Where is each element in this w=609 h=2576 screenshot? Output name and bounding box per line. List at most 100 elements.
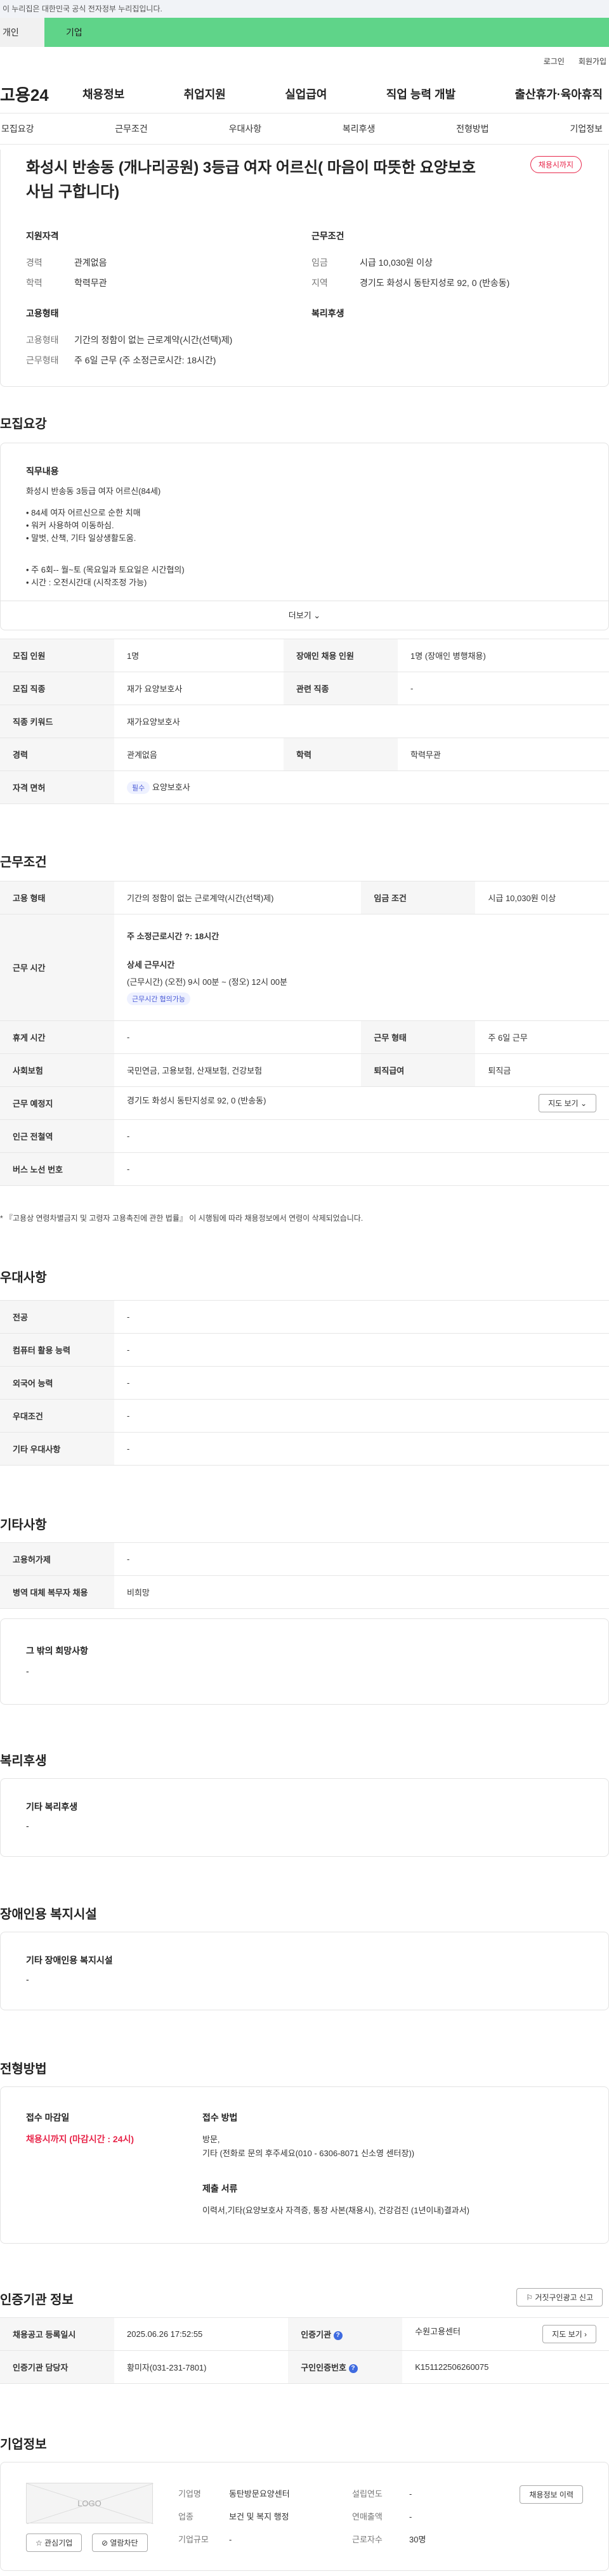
row-value: - bbox=[114, 1152, 609, 1186]
table-row: 채용공고 등록일시 2025.06.26 17:52:55 인증기관 ? 수원고… bbox=[0, 2317, 609, 2351]
cert-table: 채용공고 등록일시 2025.06.26 17:52:55 인증기관 ? 수원고… bbox=[0, 2317, 609, 2384]
method-value-2: 기타 (전화로 문의 후주세요(010 - 6306-8071 신소영 센터장)… bbox=[202, 2149, 415, 2158]
process-section-title: 전형방법 bbox=[0, 2062, 47, 2076]
row-label: 컴퓨터 활용 능력 bbox=[0, 1333, 114, 1367]
chevron-down-icon: ⌄ bbox=[313, 611, 321, 620]
row-label: 고용 형태 bbox=[0, 881, 114, 914]
career-label: 경력 bbox=[26, 257, 43, 268]
table-row: 우대조건 - bbox=[0, 1399, 609, 1433]
table-row: 모집 인원 1명 장애인 채용 인원 1명 (장애인 병행채용) bbox=[0, 639, 609, 672]
interest-label: 관심기업 bbox=[44, 2539, 73, 2547]
job-summary-card: 화성시 반송동 (개나리공원) 3등급 여자 어르신( 마음이 따뜻한 요양보호… bbox=[0, 150, 609, 387]
etc-table: 고용허가제 - 병역 대체 복무자 채용 비희망 bbox=[0, 1542, 609, 1609]
subnav-work[interactable]: 근무조건 bbox=[115, 122, 148, 135]
disab-box-value: - bbox=[26, 1974, 29, 1984]
interest-company-button[interactable]: ☆ 관심기업 bbox=[26, 2534, 82, 2552]
detail-hours-title: 상세 근무시간 bbox=[127, 960, 175, 970]
row-label: 버스 노선 번호 bbox=[0, 1152, 114, 1186]
row-label: 근무 예정지 bbox=[0, 1086, 114, 1120]
required-chip: 필수 bbox=[127, 781, 150, 794]
more-button[interactable]: 더보기 ⌄ bbox=[1, 601, 608, 630]
wage-value: 시급 10,030원 이상 bbox=[360, 257, 433, 268]
table-row: 경력 관계없음 학력 학력무관 bbox=[0, 738, 609, 771]
hours-negotiable-chip: 근무시간 협의가능 bbox=[127, 992, 191, 1005]
qual-heading: 지원자격 bbox=[26, 231, 59, 241]
company-name-value: 동탄방문요양센터 bbox=[229, 2489, 290, 2499]
row-value: 수원고용센터 bbox=[415, 2327, 461, 2336]
area-value: 경기도 화성시 동탄지성로 92, 0 (반송동) bbox=[360, 278, 510, 288]
job-title: 화성시 반송동 (개나리공원) 3등급 여자 어르신( 마음이 따뜻한 요양보호… bbox=[26, 159, 476, 200]
company-name-label: 기업명 bbox=[178, 2489, 201, 2499]
block-view-button[interactable]: ⊘ 열람차단 bbox=[92, 2534, 148, 2552]
row-value: 시급 10,030원 이상 bbox=[475, 881, 609, 914]
row-value: 비희망 bbox=[114, 1575, 609, 1609]
company-biz-value: 보건 및 복지 행정 bbox=[229, 2512, 289, 2521]
worktype-label: 근무형태 bbox=[26, 355, 59, 365]
help-icon[interactable]: ? bbox=[348, 2364, 358, 2373]
tab-personal[interactable]: 개인 bbox=[0, 18, 44, 47]
row-value: 주 6일 근무 bbox=[475, 1020, 609, 1054]
tab-company[interactable]: 기업 bbox=[44, 18, 609, 47]
row-label: 자격 면허 bbox=[0, 771, 114, 804]
other-wishes-title: 그 밖의 희망사항 bbox=[26, 1646, 88, 1656]
career-value: 관계없음 bbox=[74, 257, 107, 268]
table-row: 모집 직종 재가 요양보호사 관련 직종 - bbox=[0, 672, 609, 705]
deadline-title: 접수 마감일 bbox=[26, 2112, 70, 2123]
subnav-process[interactable]: 전형방법 bbox=[456, 122, 489, 135]
subnav-pref[interactable]: 우대사항 bbox=[229, 122, 262, 135]
site-logo[interactable]: 고용24 bbox=[0, 82, 82, 106]
job-history-button[interactable]: 채용정보 이력 bbox=[520, 2485, 583, 2504]
disab-section-title: 장애인용 복지시설 bbox=[0, 1908, 97, 1922]
deadline-value: 채용시까지 (마감시간 : 24시) bbox=[26, 2134, 134, 2144]
table-row: 사회보험 국민연금, 고용보험, 산재보험, 건강보험 퇴직급여 퇴직금 bbox=[0, 1053, 609, 1087]
welfare-box-title: 기타 복리후생 bbox=[26, 1802, 78, 1812]
org-map-button[interactable]: 지도 보기 › bbox=[542, 2325, 596, 2343]
row-value: - bbox=[114, 1119, 609, 1153]
work-table: 고용 형태 기간의 정함이 없는 근로계약(시간(선택)제) 임금 조건 시급 … bbox=[0, 881, 609, 1186]
docs-title: 제출 서류 bbox=[202, 2183, 238, 2194]
table-row: 인근 전철역 - bbox=[0, 1119, 609, 1153]
map-button[interactable]: 지도 보기 ⌄ bbox=[539, 1094, 596, 1112]
row-value: 황미자(031-231-7801) bbox=[114, 2350, 289, 2384]
row-label: 전공 bbox=[0, 1300, 114, 1334]
docs-value: 이력서,기타(요양보호사 자격증, 통장 사본(채용시), 건강검진 (1년이내… bbox=[202, 2206, 469, 2215]
row-label: 기타 우대사항 bbox=[0, 1432, 114, 1466]
table-row: 병역 대체 복무자 채용 비희망 bbox=[0, 1575, 609, 1609]
company-size-value: - bbox=[229, 2535, 232, 2544]
report-fake-ad-button[interactable]: ⚐ 거짓구인광고 신고 bbox=[516, 2288, 603, 2306]
row-label: 인증기관 bbox=[301, 2330, 332, 2339]
company-logo-placeholder: LOGO bbox=[26, 2483, 154, 2524]
help-icon[interactable]: ? bbox=[333, 2331, 343, 2340]
subnav-welfare[interactable]: 복리후생 bbox=[343, 122, 376, 135]
row-value: 기간의 정함이 없는 근로계약(시간(선택)제) bbox=[114, 881, 362, 914]
gnb-item-benefit[interactable]: 실업급여 bbox=[285, 86, 327, 102]
pref-section-title: 우대사항 bbox=[0, 1271, 47, 1285]
desc-line: • 말벗, 산책, 기타 일상생활도움. bbox=[26, 533, 136, 543]
row-value: - bbox=[398, 672, 609, 705]
row-value: 관계없음 bbox=[114, 738, 284, 771]
table-row: 고용 형태 기간의 정함이 없는 근로계약(시간(선택)제) 임금 조건 시급 … bbox=[0, 881, 609, 914]
gnb-item-jobs[interactable]: 채용정보 bbox=[82, 86, 124, 102]
gnb-item-training[interactable]: 직업 능력 개발 bbox=[386, 86, 455, 102]
table-row: 전공 - bbox=[0, 1300, 609, 1334]
subnav-recruit[interactable]: 모집요강 bbox=[1, 122, 34, 135]
signup-link[interactable]: 회원가입 bbox=[579, 56, 606, 67]
table-row: 자격 면허 필수 요양보호사 bbox=[0, 771, 609, 804]
gnb-item-leave[interactable]: 출산휴가·육아휴직 bbox=[515, 86, 603, 102]
row-label: 학력 bbox=[284, 738, 398, 771]
login-link[interactable]: 로그인 bbox=[544, 56, 565, 67]
row-label: 관련 직종 bbox=[284, 672, 398, 705]
row-label: 임금 조건 bbox=[361, 881, 476, 914]
other-wishes-box: 그 밖의 희망사항 - bbox=[0, 1618, 609, 1705]
table-row: 버스 노선 번호 - bbox=[0, 1152, 609, 1186]
row-value: - bbox=[114, 1300, 609, 1334]
method-value-1: 방문, bbox=[202, 2135, 220, 2144]
condition-col: 근무조건 임금 시급 10,030원 이상 지역 경기도 화성시 동탄지성로 92,… bbox=[311, 230, 578, 334]
gnb-item-support[interactable]: 취업지원 bbox=[184, 86, 226, 102]
recruit-section-title: 모집요강 bbox=[0, 417, 47, 431]
deadline-badge: 채용시까지 bbox=[530, 156, 582, 173]
row-label: 직종 키워드 bbox=[0, 705, 114, 738]
subnav-company[interactable]: 기업정보 bbox=[570, 122, 603, 135]
disab-box-title: 기타 장애인용 복지시설 bbox=[26, 1955, 113, 1965]
disab-box: 기타 장애인용 복지시설 - bbox=[0, 1932, 609, 2010]
